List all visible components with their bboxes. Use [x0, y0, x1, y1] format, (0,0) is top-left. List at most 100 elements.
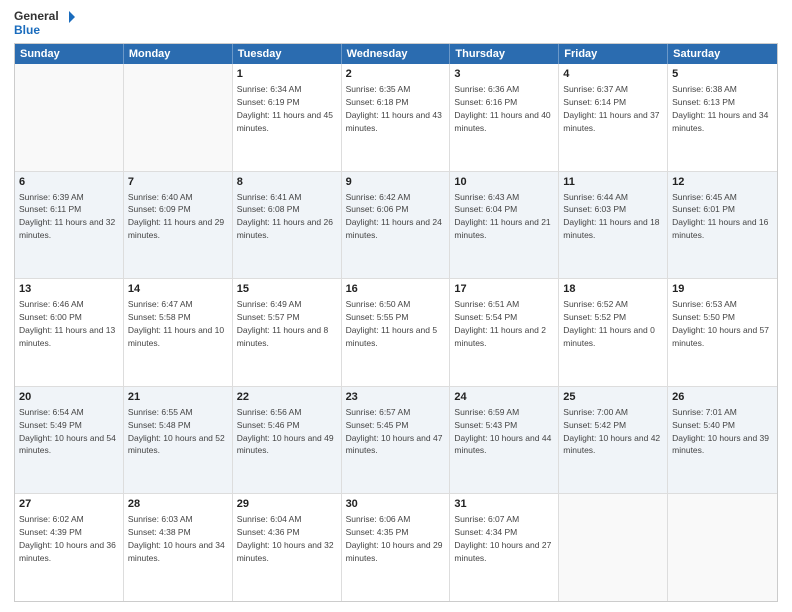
calendar-row-3: 20 Sunrise: 6:54 AM Sunset: 5:49 PM Dayli… [15, 387, 777, 495]
day-info: Sunrise: 6:50 AM Sunset: 5:55 PM Dayligh… [346, 299, 438, 348]
calendar-row-1: 6 Sunrise: 6:39 AM Sunset: 6:11 PM Daylig… [15, 172, 777, 280]
day-cell-17: 17 Sunrise: 6:51 AM Sunset: 5:54 PM Dayli… [450, 279, 559, 386]
day-number: 2 [346, 67, 446, 82]
header-day-saturday: Saturday [668, 44, 777, 64]
day-info: Sunrise: 6:57 AM Sunset: 5:45 PM Dayligh… [346, 407, 443, 456]
day-cell-18: 18 Sunrise: 6:52 AM Sunset: 5:52 PM Dayli… [559, 279, 668, 386]
empty-cell [559, 494, 668, 601]
day-number: 14 [128, 282, 228, 297]
day-cell-6: 6 Sunrise: 6:39 AM Sunset: 6:11 PM Daylig… [15, 172, 124, 279]
day-number: 5 [672, 67, 773, 82]
day-number: 13 [19, 282, 119, 297]
day-number: 4 [563, 67, 663, 82]
day-info: Sunrise: 7:00 AM Sunset: 5:42 PM Dayligh… [563, 407, 660, 456]
calendar-body: 1 Sunrise: 6:34 AM Sunset: 6:19 PM Daylig… [15, 64, 777, 601]
day-cell-9: 9 Sunrise: 6:42 AM Sunset: 6:06 PM Daylig… [342, 172, 451, 279]
day-info: Sunrise: 6:34 AM Sunset: 6:19 PM Dayligh… [237, 84, 333, 133]
day-info: Sunrise: 6:43 AM Sunset: 6:04 PM Dayligh… [454, 192, 550, 241]
day-cell-30: 30 Sunrise: 6:06 AM Sunset: 4:35 PM Dayli… [342, 494, 451, 601]
day-number: 10 [454, 175, 554, 190]
day-info: Sunrise: 6:35 AM Sunset: 6:18 PM Dayligh… [346, 84, 442, 133]
logo-blue: Blue [14, 24, 75, 37]
header-day-wednesday: Wednesday [342, 44, 451, 64]
day-cell-23: 23Sunrise: 6:57 AM Sunset: 5:45 PM Dayli… [342, 387, 451, 494]
day-number: 11 [563, 175, 663, 190]
page: General Blue SundayMondayTuesdayWednesda… [0, 0, 792, 612]
day-number: 18 [563, 282, 663, 297]
day-cell-31: 31Sunrise: 6:07 AM Sunset: 4:34 PM Dayli… [450, 494, 559, 601]
day-info: Sunrise: 6:56 AM Sunset: 5:46 PM Dayligh… [237, 407, 334, 456]
day-number: 3 [454, 67, 554, 82]
day-number: 30 [346, 497, 446, 512]
day-cell-27: 27 Sunrise: 6:02 AM Sunset: 4:39 PM Dayli… [15, 494, 124, 601]
day-number: 8 [237, 175, 337, 190]
day-cell-28: 28 Sunrise: 6:03 AM Sunset: 4:38 PM Dayli… [124, 494, 233, 601]
day-number: 17 [454, 282, 554, 297]
day-number: 21 [128, 390, 228, 405]
day-info: Sunrise: 6:03 AM Sunset: 4:38 PM Dayligh… [128, 514, 225, 563]
calendar-header: SundayMondayTuesdayWednesdayThursdayFrid… [15, 44, 777, 64]
header: General Blue [14, 10, 778, 37]
day-info: Sunrise: 6:46 AM Sunset: 6:00 PM Dayligh… [19, 299, 115, 348]
day-info: Sunrise: 6:04 AM Sunset: 4:36 PM Dayligh… [237, 514, 334, 563]
day-info: Sunrise: 6:07 AM Sunset: 4:34 PM Dayligh… [454, 514, 551, 563]
calendar-row-0: 1 Sunrise: 6:34 AM Sunset: 6:19 PM Daylig… [15, 64, 777, 172]
day-number: 27 [19, 497, 119, 512]
day-number: 12 [672, 175, 773, 190]
day-cell-4: 4 Sunrise: 6:37 AM Sunset: 6:14 PM Daylig… [559, 64, 668, 171]
day-info: Sunrise: 6:55 AM Sunset: 5:48 PM Dayligh… [128, 407, 225, 456]
day-cell-7: 7 Sunrise: 6:40 AM Sunset: 6:09 PM Daylig… [124, 172, 233, 279]
day-info: Sunrise: 6:06 AM Sunset: 4:35 PM Dayligh… [346, 514, 443, 563]
day-info: Sunrise: 6:36 AM Sunset: 6:16 PM Dayligh… [454, 84, 550, 133]
logo: General Blue [14, 10, 75, 37]
day-cell-29: 29Sunrise: 6:04 AM Sunset: 4:36 PM Dayli… [233, 494, 342, 601]
day-info: Sunrise: 6:37 AM Sunset: 6:14 PM Dayligh… [563, 84, 659, 133]
day-number: 19 [672, 282, 773, 297]
day-cell-12: 12 Sunrise: 6:45 AM Sunset: 6:01 PM Dayli… [668, 172, 777, 279]
day-cell-26: 26Sunrise: 7:01 AM Sunset: 5:40 PM Dayli… [668, 387, 777, 494]
day-info: Sunrise: 6:40 AM Sunset: 6:09 PM Dayligh… [128, 192, 224, 241]
day-number: 16 [346, 282, 446, 297]
day-number: 7 [128, 175, 228, 190]
empty-cell [124, 64, 233, 171]
day-cell-16: 16 Sunrise: 6:50 AM Sunset: 5:55 PM Dayli… [342, 279, 451, 386]
day-cell-8: 8 Sunrise: 6:41 AM Sunset: 6:08 PM Daylig… [233, 172, 342, 279]
day-cell-14: 14 Sunrise: 6:47 AM Sunset: 5:58 PM Dayli… [124, 279, 233, 386]
day-cell-22: 22Sunrise: 6:56 AM Sunset: 5:46 PM Dayli… [233, 387, 342, 494]
empty-cell [668, 494, 777, 601]
day-cell-25: 25Sunrise: 7:00 AM Sunset: 5:42 PM Dayli… [559, 387, 668, 494]
header-day-tuesday: Tuesday [233, 44, 342, 64]
day-info: Sunrise: 6:53 AM Sunset: 5:50 PM Dayligh… [672, 299, 769, 348]
header-day-friday: Friday [559, 44, 668, 64]
calendar-row-4: 27 Sunrise: 6:02 AM Sunset: 4:39 PM Dayli… [15, 494, 777, 601]
day-number: 9 [346, 175, 446, 190]
day-info: Sunrise: 6:51 AM Sunset: 5:54 PM Dayligh… [454, 299, 546, 348]
day-cell-3: 3 Sunrise: 6:36 AM Sunset: 6:16 PM Daylig… [450, 64, 559, 171]
day-info: Sunrise: 6:52 AM Sunset: 5:52 PM Dayligh… [563, 299, 655, 348]
day-cell-5: 5 Sunrise: 6:38 AM Sunset: 6:13 PM Daylig… [668, 64, 777, 171]
day-number: 6 [19, 175, 119, 190]
header-day-monday: Monday [124, 44, 233, 64]
day-info: Sunrise: 6:59 AM Sunset: 5:43 PM Dayligh… [454, 407, 551, 456]
day-info: Sunrise: 6:41 AM Sunset: 6:08 PM Dayligh… [237, 192, 333, 241]
day-cell-19: 19 Sunrise: 6:53 AM Sunset: 5:50 PM Dayli… [668, 279, 777, 386]
day-cell-13: 13 Sunrise: 6:46 AM Sunset: 6:00 PM Dayli… [15, 279, 124, 386]
day-info: Sunrise: 6:02 AM Sunset: 4:39 PM Dayligh… [19, 514, 116, 563]
logo-general: General [14, 10, 75, 24]
day-number: 20 [19, 390, 119, 405]
day-info: Sunrise: 6:47 AM Sunset: 5:58 PM Dayligh… [128, 299, 224, 348]
day-cell-15: 15Sunrise: 6:49 AM Sunset: 5:57 PM Dayli… [233, 279, 342, 386]
empty-cell [15, 64, 124, 171]
day-info: Sunrise: 6:45 AM Sunset: 6:01 PM Dayligh… [672, 192, 768, 241]
day-cell-2: 2 Sunrise: 6:35 AM Sunset: 6:18 PM Daylig… [342, 64, 451, 171]
day-number: 28 [128, 497, 228, 512]
day-info: Sunrise: 6:44 AM Sunset: 6:03 PM Dayligh… [563, 192, 659, 241]
day-info: Sunrise: 6:38 AM Sunset: 6:13 PM Dayligh… [672, 84, 768, 133]
day-info: Sunrise: 6:54 AM Sunset: 5:49 PM Dayligh… [19, 407, 116, 456]
day-number: 1 [237, 67, 337, 82]
day-info: Sunrise: 6:42 AM Sunset: 6:06 PM Dayligh… [346, 192, 442, 241]
day-cell-1: 1 Sunrise: 6:34 AM Sunset: 6:19 PM Daylig… [233, 64, 342, 171]
day-cell-20: 20 Sunrise: 6:54 AM Sunset: 5:49 PM Dayli… [15, 387, 124, 494]
day-info: Sunrise: 6:39 AM Sunset: 6:11 PM Dayligh… [19, 192, 115, 241]
calendar: SundayMondayTuesdayWednesdayThursdayFrid… [14, 43, 778, 602]
